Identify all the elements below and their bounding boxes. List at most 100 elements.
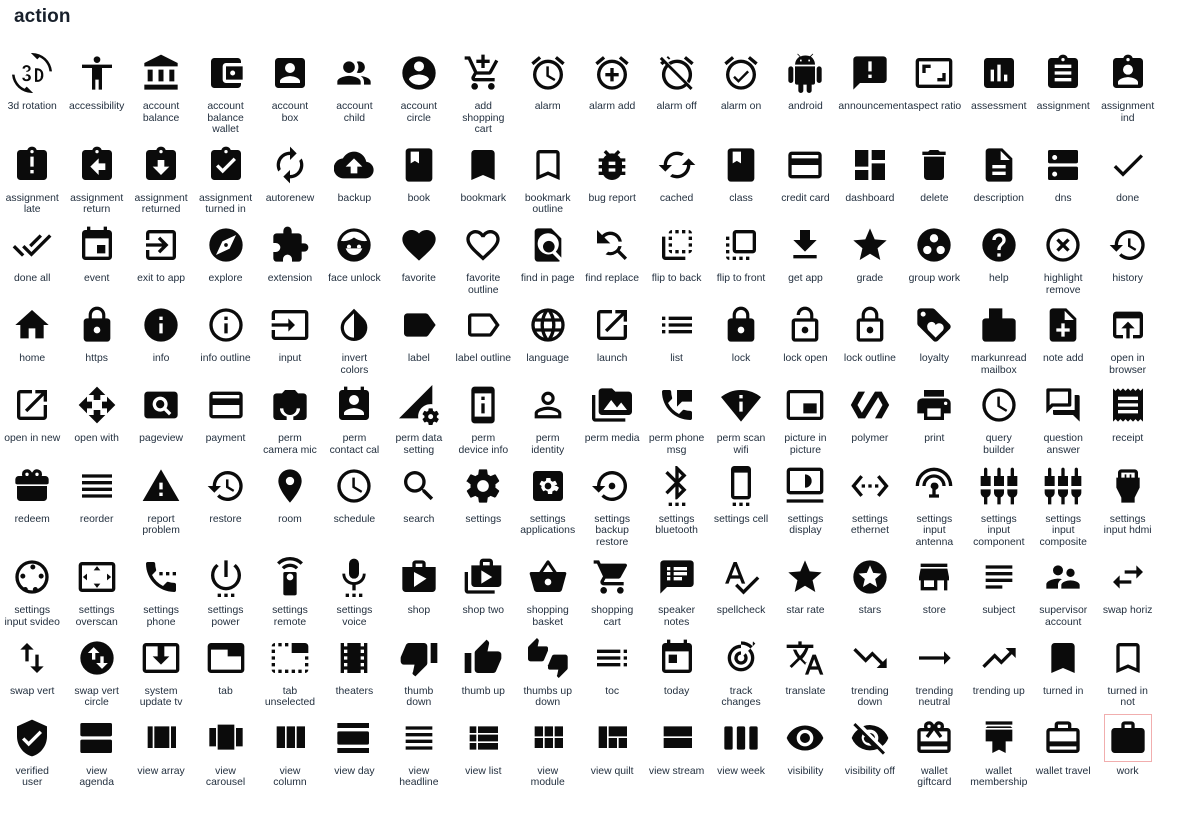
- icon-cell[interactable]: alarm on: [709, 44, 773, 113]
- icon-cell[interactable]: face unlock: [322, 216, 386, 285]
- print-icon[interactable]: [910, 381, 958, 429]
- icon-cell[interactable]: restore: [193, 457, 257, 526]
- icon-cell[interactable]: pageview: [129, 376, 193, 445]
- icon-cell[interactable]: view week: [709, 709, 773, 778]
- icon-cell[interactable]: visibility off: [838, 709, 902, 778]
- settings-input-hdmi-icon[interactable]: [1104, 462, 1152, 510]
- icon-cell[interactable]: receipt: [1095, 376, 1159, 445]
- info-icon[interactable]: [137, 301, 185, 349]
- icon-cell[interactable]: dns: [1031, 136, 1095, 205]
- icon-cell[interactable]: account box: [258, 44, 322, 124]
- icon-cell[interactable]: dashboard: [838, 136, 902, 205]
- settings-voice-icon[interactable]: [330, 553, 378, 601]
- perm-contact-cal-icon[interactable]: [330, 381, 378, 429]
- report-problem-icon[interactable]: [137, 462, 185, 510]
- icon-cell[interactable]: launch: [580, 296, 644, 365]
- icon-cell[interactable]: assignment turned in: [193, 136, 257, 216]
- icon-cell[interactable]: swap vert: [0, 629, 64, 698]
- icon-cell[interactable]: account balance: [129, 44, 193, 124]
- visibility-icon[interactable]: [781, 714, 829, 762]
- icon-cell[interactable]: highlight remove: [1031, 216, 1095, 296]
- icon-cell[interactable]: loyalty: [902, 296, 966, 365]
- icon-cell[interactable]: assignment returned: [129, 136, 193, 216]
- icon-cell[interactable]: settings input svideo: [0, 548, 64, 628]
- icon-cell[interactable]: system update tv: [129, 629, 193, 709]
- icon-cell[interactable]: settings power: [193, 548, 257, 628]
- icon-cell[interactable]: book: [387, 136, 451, 205]
- icon-cell[interactable]: get app: [773, 216, 837, 285]
- icon-cell[interactable]: trending down: [838, 629, 902, 709]
- icon-cell[interactable]: account child: [322, 44, 386, 124]
- perm-phone-msg-icon[interactable]: [653, 381, 701, 429]
- tab-icon[interactable]: [202, 634, 250, 682]
- alarm-add-icon[interactable]: [588, 49, 636, 97]
- list-icon[interactable]: [653, 301, 701, 349]
- spellcheck-icon[interactable]: [717, 553, 765, 601]
- find-in-page-icon[interactable]: [524, 221, 572, 269]
- trending-down-icon[interactable]: [846, 634, 894, 682]
- icon-cell[interactable]: https: [64, 296, 128, 365]
- icon-cell[interactable]: flip to back: [644, 216, 708, 285]
- icon-cell[interactable]: tab: [193, 629, 257, 698]
- accessibility-icon[interactable]: [73, 49, 121, 97]
- explore-icon[interactable]: [202, 221, 250, 269]
- icon-cell[interactable]: shopping cart: [580, 548, 644, 628]
- icon-cell[interactable]: open with: [64, 376, 128, 445]
- exit-to-app-icon[interactable]: [137, 221, 185, 269]
- receipt-icon[interactable]: [1104, 381, 1152, 429]
- icon-cell[interactable]: perm device info: [451, 376, 515, 456]
- icon-cell[interactable]: alarm add: [580, 44, 644, 113]
- icon-cell[interactable]: swap horiz: [1095, 548, 1159, 617]
- group-work-icon[interactable]: [910, 221, 958, 269]
- announcement-icon[interactable]: [846, 49, 894, 97]
- search-icon[interactable]: [395, 462, 443, 510]
- icon-cell[interactable]: lock: [709, 296, 773, 365]
- icon-cell[interactable]: info: [129, 296, 193, 365]
- supervisor-account-icon[interactable]: [1039, 553, 1087, 601]
- settings-input-composite-icon[interactable]: [1039, 462, 1087, 510]
- icon-cell[interactable]: shop two: [451, 548, 515, 617]
- trending-up-icon[interactable]: [975, 634, 1023, 682]
- history-icon[interactable]: [1104, 221, 1152, 269]
- favorite-icon[interactable]: [395, 221, 443, 269]
- assignment-return-icon[interactable]: [73, 141, 121, 189]
- assignment-late-icon[interactable]: [8, 141, 56, 189]
- book-icon[interactable]: [395, 141, 443, 189]
- turned-in-not-icon[interactable]: [1104, 634, 1152, 682]
- icon-cell[interactable]: announcement: [838, 44, 907, 113]
- icon-cell[interactable]: assessment: [967, 44, 1031, 113]
- star-rate-icon[interactable]: [781, 553, 829, 601]
- icon-cell[interactable]: settings remote: [258, 548, 322, 628]
- icon-cell[interactable]: alarm: [516, 44, 580, 113]
- settings-bluetooth-icon[interactable]: [653, 462, 701, 510]
- icon-cell[interactable]: account balance wallet: [193, 44, 257, 136]
- icon-cell[interactable]: trending neutral: [902, 629, 966, 709]
- icon-cell[interactable]: invert colors: [322, 296, 386, 376]
- settings-power-icon[interactable]: [202, 553, 250, 601]
- icon-cell[interactable]: wallet travel: [1031, 709, 1095, 778]
- aspect-ratio-icon[interactable]: [910, 49, 958, 97]
- icon-cell[interactable]: backup: [322, 136, 386, 205]
- icon-cell[interactable]: picture in picture: [773, 376, 837, 456]
- label-icon[interactable]: [395, 301, 443, 349]
- cached-icon[interactable]: [653, 141, 701, 189]
- icon-cell[interactable]: favorite outline: [451, 216, 515, 296]
- icon-cell[interactable]: trending up: [967, 629, 1031, 698]
- icon-cell[interactable]: thumb down: [387, 629, 451, 709]
- icon-cell[interactable]: view carousel: [193, 709, 257, 789]
- icon-cell[interactable]: star rate: [773, 548, 837, 617]
- icon-cell[interactable]: shopping basket: [516, 548, 580, 628]
- icon-cell[interactable]: settings ethernet: [838, 457, 902, 537]
- shopping-cart-icon[interactable]: [588, 553, 636, 601]
- icon-cell[interactable]: android: [773, 44, 837, 113]
- assignment-returned-icon[interactable]: [137, 141, 185, 189]
- icon-cell[interactable]: work: [1095, 709, 1159, 778]
- icon-cell[interactable]: 3d rotation: [0, 44, 64, 113]
- perm-scan-wifi-icon[interactable]: [717, 381, 765, 429]
- find-replace-icon[interactable]: [588, 221, 636, 269]
- icon-cell[interactable]: store: [902, 548, 966, 617]
- swap-horiz-icon[interactable]: [1104, 553, 1152, 601]
- icon-cell[interactable]: stars: [838, 548, 902, 617]
- icon-cell[interactable]: report problem: [129, 457, 193, 537]
- icon-cell[interactable]: input: [258, 296, 322, 365]
